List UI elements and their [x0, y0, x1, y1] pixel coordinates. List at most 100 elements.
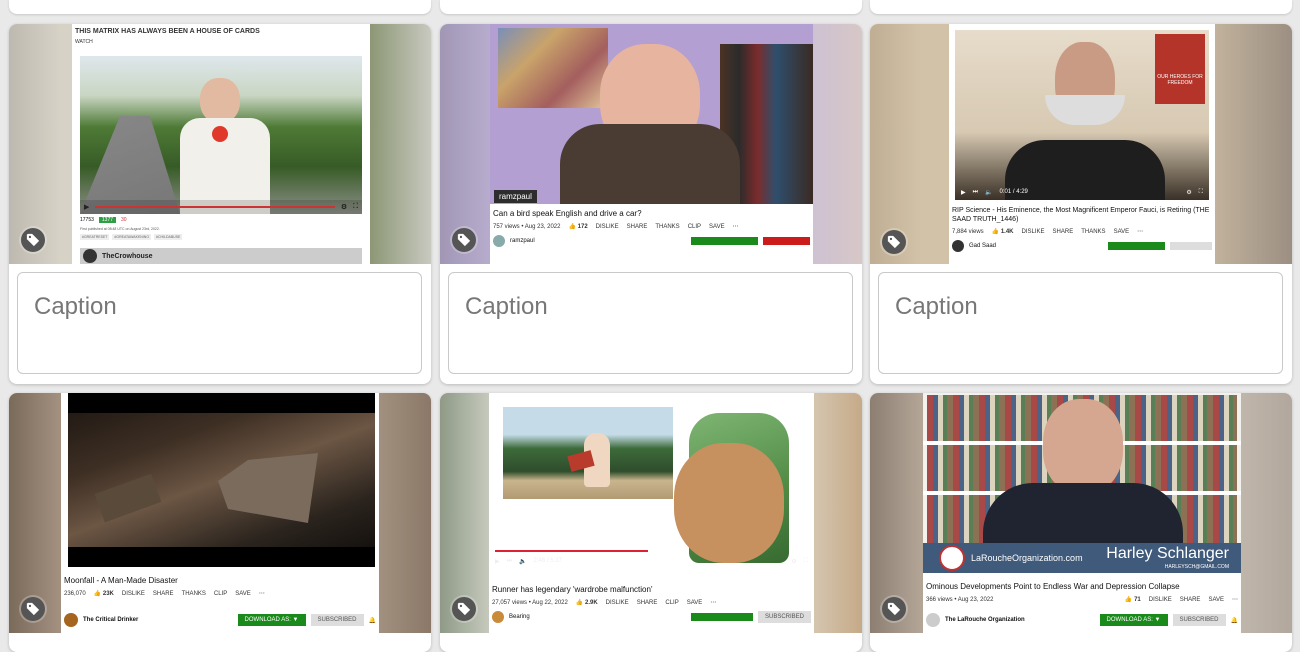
share-button[interactable]: SHARE [153, 591, 174, 597]
fullscreen-icon[interactable]: ⛶ [353, 203, 358, 211]
subscribe-button[interactable]: SUBSCRIBED [757, 611, 811, 623]
play-control-icon[interactable]: ▶ [495, 558, 500, 565]
save-button[interactable]: SAVE [709, 224, 725, 230]
settings-icon[interactable]: ⚙ [341, 203, 347, 211]
dislike-count[interactable]: 30 [121, 217, 127, 223]
like-button[interactable]: 👍 2.9K [576, 599, 598, 606]
settings-icon[interactable]: ⚙ [791, 558, 796, 565]
thumb-up-icon: 👍 [991, 229, 1000, 235]
more-icon[interactable]: ⋯ [733, 223, 739, 230]
thanks-button[interactable]: THANKS [182, 591, 206, 597]
play-control-icon[interactable]: ▶ [84, 203, 89, 211]
volume-icon[interactable]: 🔈 [985, 189, 992, 196]
org-site: LaRoucheOrganization.com [971, 553, 1083, 563]
clip-button[interactable]: CLIP [665, 600, 678, 606]
channel-name[interactable]: TheCrowhouse [102, 253, 153, 260]
dislike-button[interactable]: DISLIKE [122, 591, 145, 597]
share-button[interactable]: SHARE [1180, 597, 1201, 603]
tag-icon[interactable] [882, 597, 906, 621]
like-button[interactable]: 👍 71 [1125, 596, 1141, 603]
thumbnail[interactable]: THIS MATRIX HAS ALWAYS BEEN A HOUSE OF C… [9, 24, 431, 264]
save-button[interactable]: SAVE [235, 591, 251, 597]
next-icon[interactable]: ⏭ [973, 189, 978, 196]
channel-name[interactable]: Bearing [509, 614, 530, 620]
hashtag[interactable]: #GREATAWAKENING [112, 234, 152, 240]
tag-icon[interactable] [452, 597, 476, 621]
poster-text: OUR HEROES FOR FREEDOM [1155, 34, 1205, 104]
channel-name[interactable]: ramzpaul [510, 238, 535, 244]
video-title: Moonfall - A Man-Made Disaster [64, 576, 178, 585]
like-count[interactable]: 1377 [98, 217, 117, 223]
video-meta: 27,057 views • Aug 22, 2022 [492, 599, 568, 606]
caption-input[interactable]: Caption [17, 272, 422, 374]
thumbnail[interactable]: OUR HEROES FOR FREEDOM ▶ ⏭ 🔈 0:01 / 4:29… [870, 24, 1292, 264]
thanks-button[interactable]: THANKS [655, 224, 679, 230]
play-control-icon[interactable]: ▶ [961, 189, 966, 196]
media-card-3: OUR HEROES FOR FREEDOM ▶ ⏭ 🔈 0:01 / 4:29… [870, 24, 1292, 384]
like-button[interactable]: 👍 172 [568, 223, 587, 230]
like-button[interactable]: 👍 23K [94, 590, 114, 597]
volume-icon[interactable]: 🔈 [519, 558, 526, 565]
next-icon[interactable]: ⏭ [507, 558, 512, 565]
published-note: First published at 08:48 UTC on August 2… [80, 227, 160, 231]
fullscreen-icon[interactable]: ⛶ [804, 558, 808, 565]
media-card-5: ▶ ⏭ 🔈 2:46 / 5:37 ⚙ ⛶ Runner has legenda… [440, 393, 862, 652]
caption-input[interactable]: Caption [448, 272, 853, 374]
top-card-edge-3 [870, 0, 1292, 14]
share-button[interactable]: SHARE [1053, 229, 1074, 235]
channel-overlay-name: ramzpaul [494, 190, 537, 203]
tag-icon[interactable] [21, 228, 45, 252]
download-button[interactable] [691, 237, 758, 245]
tag-icon[interactable] [452, 228, 476, 252]
subscribe-button[interactable] [1170, 242, 1212, 250]
play-icon[interactable] [212, 126, 228, 142]
save-button[interactable]: SAVE [1114, 229, 1130, 235]
thumbnail[interactable]: ▶ ⏭ 🔈 2:46 / 5:37 ⚙ ⛶ Runner has legenda… [440, 393, 862, 633]
tag-icon[interactable] [882, 230, 906, 254]
bell-icon[interactable]: 🔔 [1231, 617, 1238, 624]
thumbnail[interactable]: LaRoucheOrganization.com Harley Schlange… [870, 393, 1292, 633]
dislike-button[interactable]: DISLIKE [606, 600, 629, 606]
thanks-button[interactable]: THANKS [1081, 229, 1105, 235]
settings-icon[interactable]: ⚙ [1186, 189, 1191, 196]
hashtag[interactable]: #GREATRESET [80, 234, 110, 240]
channel-name[interactable]: The Critical Drinker [83, 617, 138, 623]
more-icon[interactable]: ⋯ [710, 599, 716, 606]
save-button[interactable]: SAVE [687, 600, 703, 606]
more-icon[interactable]: ⋯ [1232, 596, 1238, 603]
channel-name[interactable]: Gad Saad [969, 243, 996, 249]
channel-name[interactable]: The LaRouche Organization [945, 617, 1025, 623]
watch-label: WATCH [75, 39, 93, 45]
dislike-button[interactable]: DISLIKE [1149, 597, 1172, 603]
share-button[interactable]: SHARE [637, 600, 658, 606]
download-button[interactable]: DOWNLOAD AS: ▼ [1099, 614, 1168, 626]
video-title: RIP Science - His Eminence, the Most Mag… [952, 207, 1210, 223]
download-button[interactable]: DOWNLOAD AS: ▼ [237, 614, 306, 626]
thumbnail[interactable]: Moonfall - A Man-Made Disaster 236,070 👍… [9, 393, 431, 633]
download-button[interactable] [1108, 242, 1165, 250]
subscribe-button[interactable]: SUBSCRIBED [1172, 614, 1226, 626]
clip-button[interactable]: CLIP [214, 591, 227, 597]
more-icon[interactable]: ⋯ [1137, 228, 1143, 235]
fullscreen-icon[interactable]: ⛶ [1199, 189, 1203, 196]
share-button[interactable]: SHARE [627, 224, 648, 230]
download-button[interactable] [690, 613, 753, 621]
save-button[interactable]: SAVE [1208, 597, 1224, 603]
view-count: 17753 [80, 217, 94, 223]
caption-input[interactable]: Caption [878, 272, 1283, 374]
video-meta: 757 views • Aug 23, 2022 [493, 223, 561, 230]
thumb-up-icon: 👍 [568, 224, 576, 230]
like-button[interactable]: 👍 1.4K [992, 228, 1014, 235]
channel-avatar [492, 611, 504, 623]
tag-icon[interactable] [21, 597, 45, 621]
hashtag[interactable]: #CHILDABUSE [154, 234, 183, 240]
thumbnail[interactable]: ramzpaul Can a bird speak English and dr… [440, 24, 862, 264]
clip-button[interactable]: CLIP [688, 224, 701, 230]
subscribe-button[interactable] [763, 237, 810, 245]
speaker-name: Harley Schlanger [1106, 545, 1229, 562]
more-icon[interactable]: ⋯ [259, 590, 265, 597]
bell-icon[interactable]: 🔔 [369, 617, 376, 624]
dislike-button[interactable]: DISLIKE [1022, 229, 1045, 235]
dislike-button[interactable]: DISLIKE [596, 224, 619, 230]
subscribe-button[interactable]: SUBSCRIBED [310, 614, 364, 626]
